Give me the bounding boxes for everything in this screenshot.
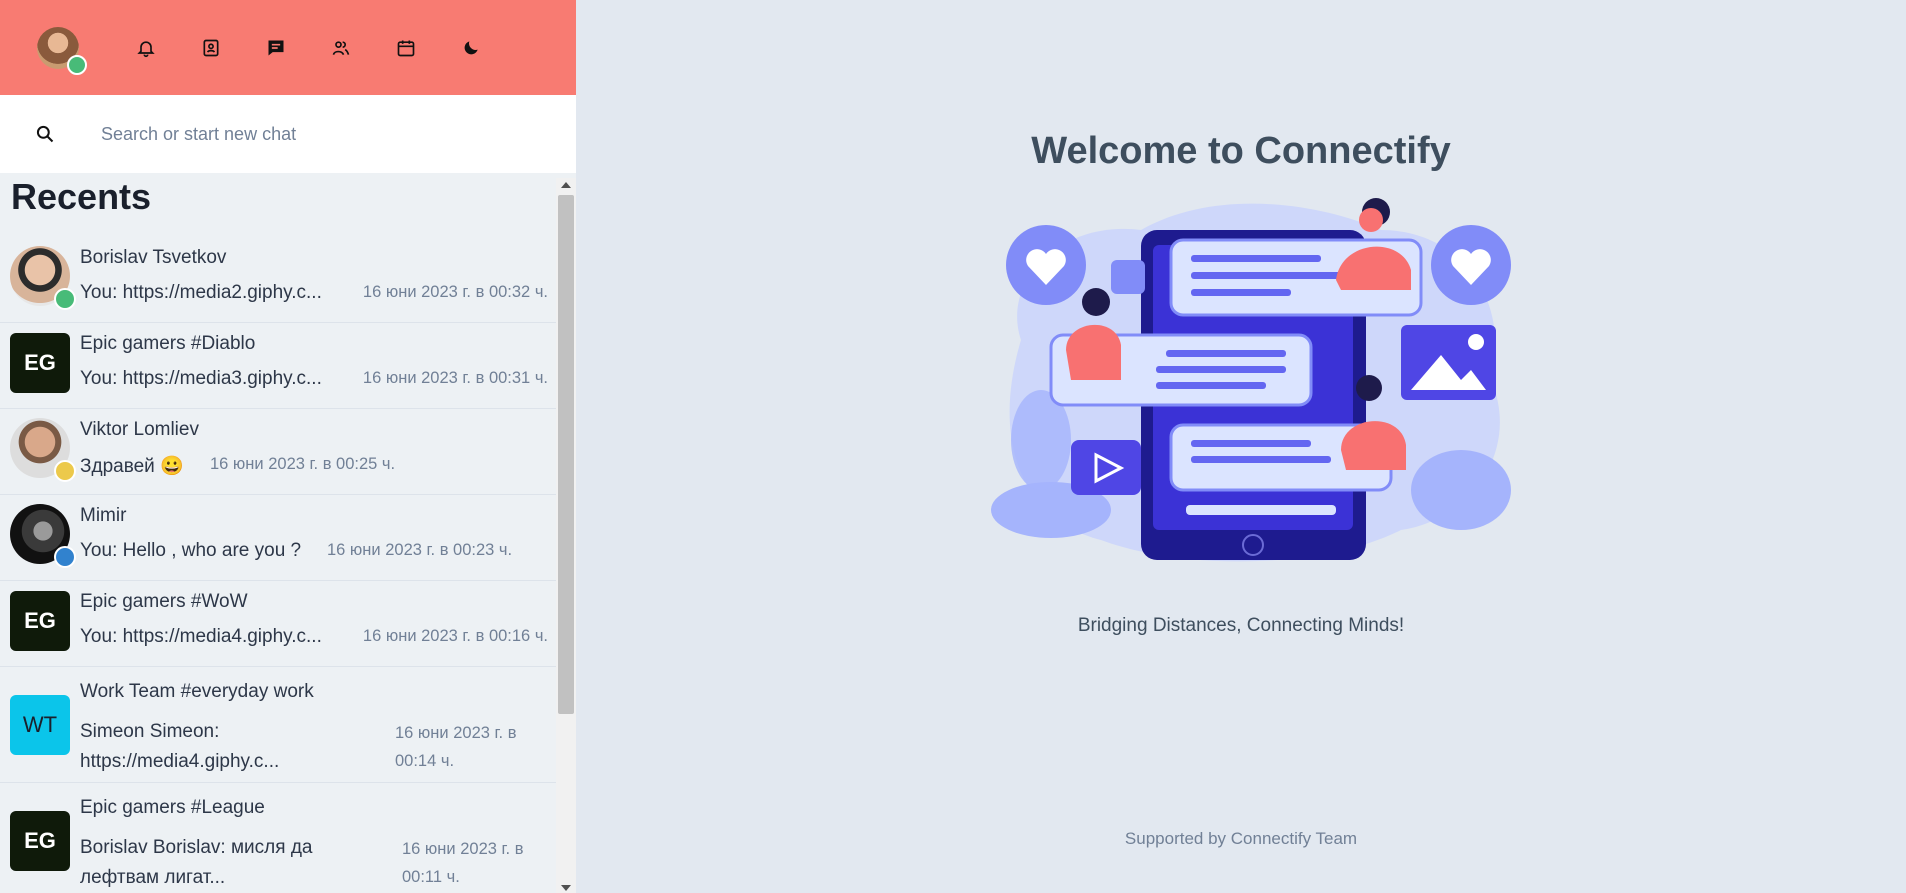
- bell-icon: [137, 40, 155, 57]
- chat-last-message: Здравей 😀: [80, 456, 184, 477]
- chat-name: Epic gamers #League: [80, 797, 265, 818]
- busy-status-dot: [54, 546, 76, 568]
- sidebar: Recents Borislav Tsvetkov You: https://m…: [0, 0, 576, 893]
- chat-timestamp: 16 юни 2023 г. в 00:14 ч.: [395, 724, 517, 770]
- group-avatar: EG: [10, 811, 70, 871]
- avatar: [10, 246, 76, 310]
- group-initials: EG: [24, 350, 56, 375]
- chat-timestamp: 16 юни 2023 г. в 00:31 ч.: [362, 369, 548, 387]
- chat-timestamp: 16 юни 2023 г. в 00:16 ч.: [362, 627, 548, 645]
- group-avatar: WT: [10, 695, 70, 755]
- online-status-dot: [54, 288, 76, 310]
- theme-toggle-button[interactable]: [453, 30, 489, 66]
- chat-name: Epic gamers #Diablo: [80, 333, 256, 354]
- chat-item-borislav-tsvetkov[interactable]: Borislav Tsvetkov You: https://media2.gi…: [0, 237, 556, 323]
- group-avatar: EG: [10, 591, 70, 651]
- chat-timestamp: 16 юни 2023 г. в 00:11 ч.: [402, 840, 524, 886]
- avatar: [10, 504, 76, 568]
- user-avatar[interactable]: [37, 26, 87, 75]
- tagline: Bridging Distances, Connecting Minds!: [1077, 615, 1405, 636]
- chat-item-epic-gamers-wow[interactable]: EG Epic gamers #WoW You: https://media4.…: [0, 581, 556, 667]
- chats-button[interactable]: [258, 30, 294, 66]
- chat-name: Epic gamers #WoW: [80, 591, 248, 612]
- chat-last-message: You: https://media4.giphy.c...: [80, 626, 322, 647]
- away-status-dot: [54, 460, 76, 482]
- chat-list: Borislav Tsvetkov You: https://media2.gi…: [0, 237, 556, 893]
- chat-name: Mimir: [80, 505, 127, 526]
- scroll-up-arrow[interactable]: [561, 182, 571, 188]
- chat-last-message: You: https://media2.giphy.c...: [80, 282, 322, 303]
- footer-credits: Supported by Connectify Team: [1124, 829, 1358, 848]
- group-initials: WT: [22, 712, 58, 737]
- calendar-button[interactable]: [388, 30, 424, 66]
- group-avatar: EG: [10, 333, 70, 393]
- search-input[interactable]: [101, 123, 541, 145]
- chat-name: Viktor Lomliev: [80, 419, 199, 440]
- chat-illustration: [991, 198, 1511, 562]
- scrollbar-thumb[interactable]: [558, 195, 574, 714]
- chat-list-scrollbar[interactable]: [556, 178, 576, 893]
- notifications-button[interactable]: [128, 30, 164, 66]
- chat-timestamp: 16 юни 2023 г. в 00:25 ч.: [210, 455, 396, 473]
- calendar-icon: [397, 40, 415, 56]
- welcome-title: Welcome to Connectify: [1031, 130, 1451, 172]
- search-icon[interactable]: [35, 124, 55, 144]
- chat-item-epic-gamers-league[interactable]: EG Epic gamers #League Borislav Borislav…: [0, 783, 556, 893]
- chat-item-epic-gamers-diablo[interactable]: EG Epic gamers #Diablo You: https://medi…: [0, 323, 556, 409]
- chat-item-viktor-lomliev[interactable]: Viktor Lomliev Здравей 😀 16 юни 2023 г. …: [0, 409, 556, 495]
- chat-timestamp: 16 юни 2023 г. в 00:32 ч.: [362, 283, 548, 301]
- chat-item-work-team[interactable]: WT Work Team #everyday work Simeon Simeo…: [0, 667, 556, 783]
- chat-name: Work Team #everyday work: [80, 681, 314, 702]
- chat-name: Borislav Tsvetkov: [80, 247, 227, 268]
- chat-last-message: You: https://media3.giphy.c...: [80, 368, 322, 389]
- chat-last-message: You: Hello , who are you ?: [80, 540, 302, 561]
- welcome-panel: Welcome to Connectify Bridging Distances…: [576, 0, 1906, 893]
- scroll-down-arrow[interactable]: [561, 885, 571, 891]
- contacts-icon: [203, 39, 219, 56]
- contacts-button[interactable]: [193, 30, 229, 66]
- online-status-dot: [67, 54, 87, 75]
- chat-timestamp: 16 юни 2023 г. в 00:23 ч.: [327, 541, 513, 559]
- recents-heading: Recents: [11, 176, 152, 217]
- users-icon: [332, 40, 350, 55]
- groups-button[interactable]: [323, 30, 359, 66]
- chat-icon: [268, 40, 284, 55]
- chat-last-message: Borislav Borislav: мисля да лефтвам лига…: [80, 837, 313, 888]
- chat-item-mimir[interactable]: Mimir You: Hello , who are you ? 16 юни …: [0, 495, 556, 581]
- group-initials: EG: [24, 608, 56, 633]
- group-initials: EG: [24, 828, 56, 853]
- avatar: [10, 418, 76, 482]
- sidebar-header: [0, 0, 576, 95]
- moon-icon: [464, 40, 478, 54]
- search-bar: [0, 95, 576, 173]
- chat-last-message: Simeon Simeon: https://media4.giphy.c...: [80, 721, 280, 772]
